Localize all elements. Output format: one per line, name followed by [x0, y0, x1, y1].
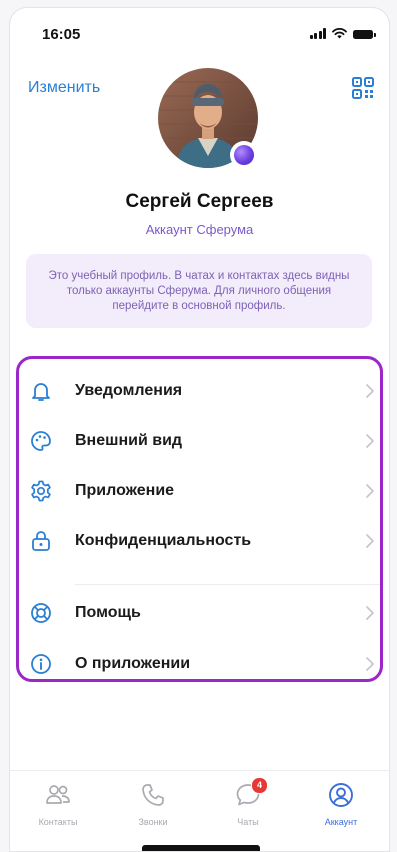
- chevron-right-icon: [366, 657, 374, 671]
- chevron-right-icon: [366, 534, 374, 548]
- menu-item-notifications[interactable]: Уведомления: [19, 369, 380, 413]
- profile-name: Сергей Сергеев: [125, 191, 274, 212]
- qr-code-button[interactable]: [351, 76, 375, 100]
- tab-label: Чаты: [237, 817, 259, 827]
- qr-code-icon: [352, 77, 374, 99]
- menu-item-label: Приложение: [75, 482, 175, 499]
- status-icons: [309, 28, 376, 39]
- status-bar: 16:05: [10, 8, 389, 56]
- edit-profile-link[interactable]: Изменить: [28, 79, 100, 97]
- phone-icon: [142, 784, 164, 806]
- chevron-right-icon: [366, 384, 374, 398]
- menu-item-label: Уведомления: [75, 382, 183, 399]
- account-icon: [329, 783, 353, 807]
- study-profile-notice: Это учебный профиль. В чатах и контактах…: [26, 254, 372, 328]
- menu-item-application[interactable]: Приложение: [19, 469, 380, 513]
- tab-label: Аккаунт: [324, 817, 358, 827]
- palette-icon: [31, 431, 51, 451]
- signal-icon: [309, 28, 326, 39]
- home-indicator: [142, 845, 260, 851]
- sferum-badge: [230, 141, 258, 169]
- chevron-right-icon: [366, 434, 374, 448]
- chat-unread-badge: 4: [251, 777, 268, 794]
- chevron-right-icon: [366, 606, 374, 620]
- phone-screen: 16:05 Изменить Сергей Сергеев Аккаунт Сф…: [9, 7, 390, 852]
- gear-icon: [31, 480, 51, 502]
- menu-item-label: Внешний вид: [75, 432, 183, 449]
- tab-account[interactable]: Аккаунт: [301, 781, 381, 835]
- tab-chats[interactable]: 4 Чаты: [208, 777, 288, 835]
- menu-divider: [75, 584, 380, 585]
- menu-item-label: Помощь: [75, 604, 141, 621]
- menu-item-privacy[interactable]: Конфиденциальность: [19, 519, 380, 563]
- chat-icon-wrap: 4: [234, 777, 268, 809]
- battery-icon: [353, 30, 376, 39]
- lock-icon: [32, 531, 50, 551]
- chevron-right-icon: [366, 484, 374, 498]
- sferum-logo-icon: [234, 145, 254, 165]
- lifebuoy-icon: [31, 603, 51, 623]
- account-type-label: Аккаунт Сферума: [145, 222, 254, 237]
- tab-calls[interactable]: Звонки: [113, 781, 193, 835]
- contacts-icon: [46, 785, 70, 804]
- menu-item-about[interactable]: О приложении: [19, 642, 380, 686]
- wifi-icon: [332, 28, 347, 39]
- menu-item-label: Конфиденциальность: [75, 532, 252, 549]
- status-time: 16:05: [42, 26, 81, 43]
- bottom-tab-bar: Контакты Звонки 4 Чаты Аккаунт: [10, 770, 389, 841]
- menu-item-help[interactable]: Помощь: [19, 591, 380, 635]
- menu-item-appearance[interactable]: Внешний вид: [19, 419, 380, 463]
- menu-item-label: О приложении: [75, 655, 191, 672]
- info-icon: [31, 654, 51, 674]
- notice-text: Это учебный профиль. В чатах и контактах…: [48, 269, 350, 312]
- tab-label: Звонки: [138, 817, 168, 827]
- tab-label: Контакты: [38, 817, 78, 827]
- tab-contacts[interactable]: Контакты: [18, 781, 98, 835]
- bell-icon: [32, 383, 50, 401]
